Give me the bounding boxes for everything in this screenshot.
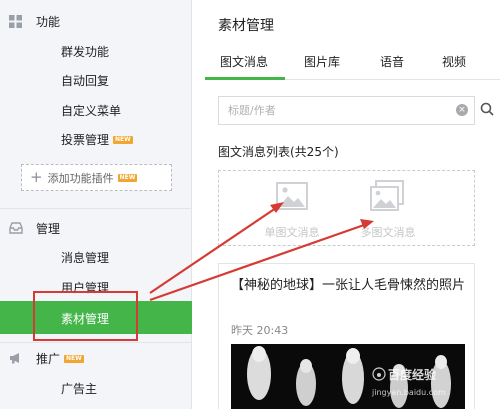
sidebar-divider	[0, 208, 192, 209]
section-function-header: 功能	[9, 13, 61, 30]
sidebar-item-auto-reply[interactable]: 自动回复	[61, 72, 109, 89]
tab-voice[interactable]: 语音	[380, 53, 404, 70]
tab-image-library[interactable]: 图片库	[304, 53, 340, 70]
sidebar-item-label: 自动回复	[61, 74, 110, 88]
create-multi-article-button[interactable]: 多图文消息	[348, 180, 428, 242]
article-title: 【神秘的地球】一张让人毛骨悚然的照片	[231, 278, 466, 293]
plus-icon: +	[30, 168, 43, 186]
sidebar-item-label: 群发功能	[61, 45, 110, 59]
watermark-main-text: 百度经验	[388, 368, 437, 382]
section-manage-title: 管理	[36, 222, 61, 236]
article-time: 昨天 20:43	[231, 324, 289, 337]
sidebar-item-label: 自定义菜单	[61, 104, 122, 118]
megaphone-icon	[10, 353, 19, 364]
new-badge: NEW	[113, 135, 133, 144]
sidebar-item-advertiser[interactable]: 广告主	[61, 380, 97, 397]
sidebar-item-label: 消息管理	[61, 251, 110, 265]
image-icon	[276, 182, 308, 210]
sidebar-item-mass-send[interactable]: 群发功能	[61, 43, 109, 60]
search-icon[interactable]	[480, 102, 494, 116]
tab-active-indicator	[205, 77, 285, 80]
section-promo-header: 推广 NEW	[10, 350, 84, 367]
sidebar-item-label: 广告主	[61, 382, 98, 396]
new-badge: NEW	[64, 354, 84, 363]
new-badge: NEW	[117, 173, 138, 182]
create-single-article-label: 单图文消息	[264, 226, 320, 239]
inbox-icon	[9, 222, 23, 234]
article-list-count: 图文消息列表(共25个)	[218, 145, 339, 159]
section-manage-header: 管理	[9, 220, 61, 237]
sidebar-item-custom-menu[interactable]: 自定义菜单	[61, 102, 121, 119]
sidebar-item-vote[interactable]: 投票管理 NEW	[61, 131, 133, 148]
add-plugin-button[interactable]: + 添加功能插件 NEW	[21, 164, 172, 191]
watermark: 百度经验 jingyan.baidu.com	[372, 366, 500, 404]
tab-video[interactable]: 视频	[442, 53, 466, 70]
search-input[interactable]	[218, 96, 475, 125]
watermark-sub-text: jingyan.baidu.com	[372, 388, 446, 397]
annotation-highlight-box	[33, 291, 138, 341]
create-multi-article-label: 多图文消息	[360, 226, 416, 239]
create-single-article-button[interactable]: 单图文消息	[252, 180, 332, 242]
tab-article[interactable]: 图文消息	[220, 53, 268, 70]
section-promo-title: 推广	[36, 352, 61, 366]
sidebar: 功能 群发功能 自动回复 自定义菜单 投票管理 NEW + 添加功能插件 NEW…	[0, 0, 192, 409]
add-plugin-label: 添加功能插件	[47, 171, 114, 185]
sidebar-divider	[0, 342, 192, 343]
page-title: 素材管理	[218, 18, 274, 34]
paw-icon	[372, 367, 386, 381]
sidebar-item-message-manage[interactable]: 消息管理	[61, 249, 109, 266]
clear-icon[interactable]: ×	[456, 104, 468, 116]
section-function-title: 功能	[36, 15, 61, 29]
image-icon	[370, 180, 404, 211]
sidebar-item-label: 投票管理	[61, 133, 110, 147]
grid-icon	[9, 15, 22, 28]
